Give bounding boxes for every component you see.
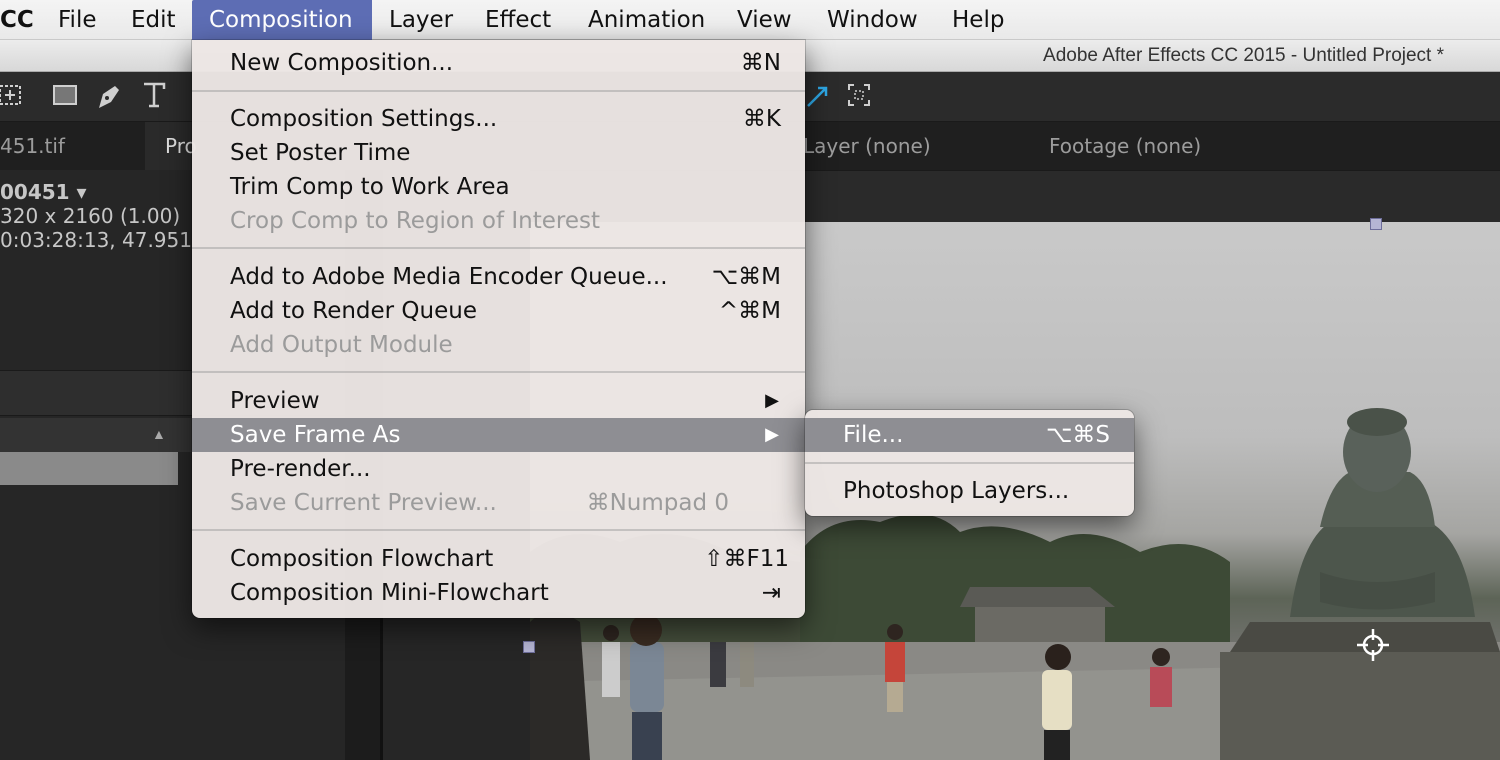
label: Set Poster Time	[230, 140, 411, 166]
shortcut: ⌥⌘S	[1045, 422, 1110, 448]
roi-icon[interactable]	[842, 80, 876, 114]
label: Composition Settings...	[230, 106, 498, 132]
menu-effect[interactable]: Effect	[485, 0, 551, 40]
menu-item-save-frame-as[interactable]: Save Frame As ▶	[192, 418, 805, 452]
shortcut: ⇧⌘F11	[704, 546, 789, 572]
transform-handle-top[interactable]	[1370, 218, 1382, 230]
save-frame-as-submenu: File... ⌥⌘S Photoshop Layers...	[805, 410, 1134, 516]
tab-footage[interactable]: Footage (none)	[1049, 122, 1201, 170]
composition-menu: New Composition... ⌘N Composition Settin…	[192, 40, 805, 618]
selection-transform-icon[interactable]	[0, 80, 28, 114]
label: File...	[843, 422, 904, 448]
footage-name[interactable]: 00451 ▾	[0, 180, 87, 204]
submenu-arrow-icon: ▶	[765, 424, 779, 445]
menu-item-save-current-preview: Save Current Preview... ⌘Numpad 0	[192, 486, 805, 520]
menu-item-add-to-ame-queue[interactable]: Add to Adobe Media Encoder Queue... ⌥⌘M	[192, 260, 805, 294]
menu-view[interactable]: View	[737, 0, 792, 40]
shortcut: ⇥	[761, 580, 781, 606]
shortcut: ⌘N	[740, 50, 781, 76]
window-title: Adobe After Effects CC 2015 - Untitled P…	[1043, 45, 1444, 66]
menu-composition[interactable]: Composition	[192, 0, 372, 40]
tab-layer[interactable]: Layer (none)	[803, 122, 931, 170]
menu-separator	[192, 90, 805, 92]
menu-item-pre-render[interactable]: Pre-render...	[192, 452, 805, 486]
menu-separator	[192, 529, 805, 531]
label: Add to Render Queue	[230, 298, 477, 324]
menu-item-composition-flowchart[interactable]: Composition Flowchart ⇧⌘F11	[192, 542, 805, 576]
pen-tool-icon[interactable]	[92, 80, 126, 114]
menu-item-add-to-render-queue[interactable]: Add to Render Queue ^⌘M	[192, 294, 805, 328]
submenu-arrow-icon: ▶	[765, 390, 779, 411]
menu-layer[interactable]: Layer	[389, 0, 453, 40]
shortcut: ⌘K	[742, 106, 781, 132]
menu-window[interactable]: Window	[827, 0, 918, 40]
menu-edit[interactable]: Edit	[131, 0, 176, 40]
selected-project-item[interactable]	[0, 452, 178, 485]
menu-file[interactable]: File	[58, 0, 97, 40]
menu-help[interactable]: Help	[952, 0, 1004, 40]
label: Crop Comp to Region of Interest	[230, 208, 600, 234]
menu-item-preview[interactable]: Preview ▶	[192, 384, 805, 418]
type-tool-icon[interactable]	[138, 80, 172, 114]
project-list-header: ▲	[0, 418, 200, 452]
label: Preview	[230, 388, 320, 414]
label: Composition Mini-Flowchart	[230, 580, 549, 606]
menu-item-composition-settings[interactable]: Composition Settings... ⌘K	[192, 102, 805, 136]
label: Save Frame As	[230, 422, 401, 448]
menu-item-composition-mini-flowchart[interactable]: Composition Mini-Flowchart ⇥	[192, 576, 805, 610]
shortcut: ^⌘M	[718, 298, 781, 324]
transform-handle-left[interactable]	[523, 641, 535, 653]
tab-footage-file[interactable]: 451.tif	[0, 122, 65, 170]
footage-dimensions: 320 x 2160 (1.00)	[0, 204, 181, 228]
label: Composition Flowchart	[230, 546, 494, 572]
label: New Composition...	[230, 50, 454, 76]
menu-item-trim-comp[interactable]: Trim Comp to Work Area	[192, 170, 805, 204]
menu-item-crop-comp: Crop Comp to Region of Interest	[192, 204, 805, 238]
submenu-item-file[interactable]: File... ⌥⌘S	[805, 418, 1134, 452]
shortcut: ⌥⌘M	[711, 264, 781, 290]
menu-item-add-output-module: Add Output Module	[192, 328, 805, 362]
label: Pre-render...	[230, 456, 371, 482]
menu-animation[interactable]: Animation	[588, 0, 705, 40]
submenu-item-photoshop-layers[interactable]: Photoshop Layers...	[805, 474, 1134, 508]
label: Add to Adobe Media Encoder Queue...	[230, 264, 668, 290]
menu-app-name[interactable]: CC	[0, 0, 34, 40]
menu-separator	[192, 247, 805, 249]
menu-separator	[805, 462, 1134, 464]
footage-duration: 0:03:28:13, 47.951	[0, 228, 192, 252]
menu-separator	[192, 371, 805, 373]
label: Photoshop Layers...	[843, 478, 1070, 504]
snapping-icon[interactable]	[800, 80, 834, 114]
rectangle-tool-icon[interactable]	[48, 80, 82, 114]
label: Add Output Module	[230, 332, 453, 358]
menu-item-set-poster-time[interactable]: Set Poster Time	[192, 136, 805, 170]
label: Save Current Preview...	[230, 490, 497, 516]
menu-item-new-composition[interactable]: New Composition... ⌘N	[192, 46, 805, 80]
sort-up-icon[interactable]: ▲	[152, 426, 166, 442]
shortcut: ⌘Numpad 0	[586, 490, 729, 516]
menu-bar: CC File Edit Composition Layer Effect An…	[0, 0, 1500, 40]
label: Trim Comp to Work Area	[230, 174, 510, 200]
